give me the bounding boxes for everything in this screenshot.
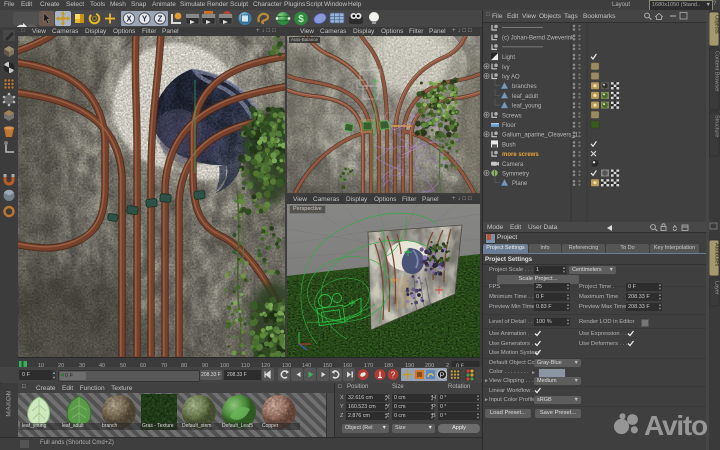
svg-text:branches: branches	[512, 84, 537, 90]
svg-text:Content Browser: Content Browser	[714, 51, 720, 92]
svg-text:Ivy: Ivy	[502, 65, 510, 71]
svg-text:leaf_adult: leaf_adult	[512, 94, 538, 100]
svg-text:Galium_aparine_Cleavers_1: Galium_aparine_Cleavers_1	[502, 133, 579, 139]
svg-text:Light: Light	[502, 55, 515, 61]
svg-text:Symmetry: Symmetry	[502, 172, 529, 178]
svg-text:Screws: Screws	[502, 113, 522, 119]
svg-text:P: P	[439, 371, 444, 380]
svg-text:(c) Johan-Bernd Zweverink: (c) Johan-Bernd Zweverink	[502, 36, 575, 42]
svg-text:Avito: Avito	[644, 410, 708, 441]
svg-text:Bush: Bush	[502, 142, 516, 148]
svg-text:more screws: more screws	[502, 152, 539, 158]
svg-text:X: X	[126, 15, 132, 24]
svg-text:Layer: Layer	[714, 281, 720, 295]
svg-text:Z: Z	[158, 15, 163, 24]
svg-text:Camera: Camera	[502, 162, 524, 168]
svg-text:leaf_young: leaf_young	[512, 104, 541, 110]
svg-text:Ivy AO: Ivy AO	[502, 75, 520, 81]
svg-text:?: ?	[391, 371, 396, 380]
svg-text:Structure: Structure	[714, 115, 720, 137]
svg-text:Plane: Plane	[512, 181, 528, 187]
svg-text:Attributes: Attributes	[714, 243, 720, 266]
svg-text:$: $	[298, 14, 304, 25]
svg-text:Y: Y	[142, 15, 148, 24]
svg-text:Objects: Objects	[714, 15, 720, 34]
svg-text:Floor: Floor	[502, 123, 516, 129]
